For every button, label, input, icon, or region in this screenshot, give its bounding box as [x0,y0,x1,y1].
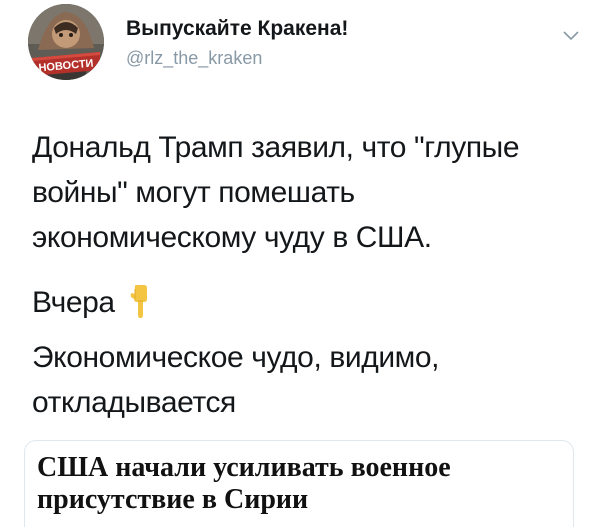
tweet-text-line: Экономическое чудо, видимо, [32,341,440,374]
pointing-down-emoji-icon [130,285,147,319]
tweet: НОВОСТИ Выпускайте Кракена! @rlz_the_kra… [0,0,604,531]
tweet-text-line: Вчера [32,280,592,325]
tweet-text-paragraph-1: Дональд Трамп заявил, что "глупые войны"… [32,125,592,260]
tweet-text-paragraph-2: Вчера [32,280,592,325]
quoted-link-card[interactable]: США начали усиливать военное присутствие… [24,440,574,527]
card-headline-line: США начали усиливать военное [37,452,451,483]
tweet-text-line: войны" могут помешать [32,176,355,209]
news-avatar-icon: НОВОСТИ [28,4,104,80]
tweet-text-line: экономическому чуду в США. [32,221,432,254]
chevron-down-icon[interactable] [562,30,580,42]
tweet-text-line: Дональд Трамп заявил, что "глупые [32,131,520,164]
tweet-text-line: откладывается [32,386,236,419]
tweet-text-word: Вчера [32,286,115,319]
avatar[interactable]: НОВОСТИ [28,4,104,80]
author-handle[interactable]: @rlz_the_kraken [126,48,262,69]
author-name[interactable]: Выпускайте Кракена! [126,17,348,41]
tweet-header: НОВОСТИ Выпускайте Кракена! @rlz_the_kra… [28,4,588,80]
card-headline: США начали усиливать военное присутствие… [37,452,567,516]
card-headline-line: присутствие в Сирии [37,484,309,515]
tweet-text-paragraph-3: Экономическое чудо, видимо, откладываетс… [32,335,592,425]
